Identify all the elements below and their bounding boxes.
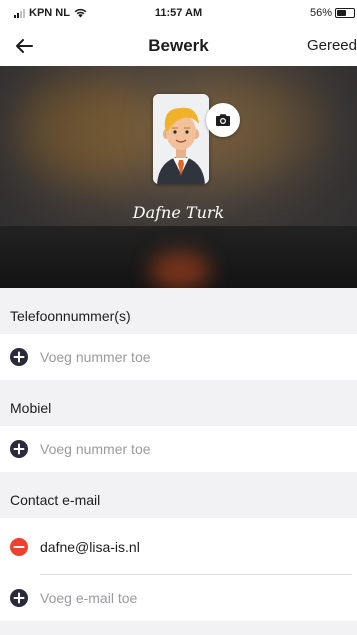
add-email-row[interactable]: Voeg e-mail toe: [0, 575, 357, 621]
add-mobile-label[interactable]: Voeg nummer toe: [40, 441, 151, 457]
status-bar: KPN NL 11:57 AM 56%: [0, 0, 357, 26]
plus-circle-icon[interactable]: [10, 440, 28, 458]
battery-group: 56%: [310, 7, 355, 19]
page-title: Bewerk: [148, 36, 209, 55]
section-header-mobile-label: Mobiel: [10, 400, 52, 416]
add-phone-row[interactable]: Voeg nummer toe: [0, 334, 357, 380]
add-mobile-row[interactable]: Voeg nummer toe: [0, 426, 357, 472]
plus-circle-icon[interactable]: [10, 589, 28, 607]
email-row[interactable]: dafne@lisa-is.nl: [0, 518, 357, 575]
camera-icon: [216, 114, 230, 126]
plus-circle-icon[interactable]: [10, 348, 28, 366]
avatar[interactable]: [153, 94, 209, 184]
profile-header: Dafne Turk: [0, 66, 357, 288]
status-time: 11:57 AM: [154, 7, 203, 19]
add-phone-label[interactable]: Voeg nummer toe: [40, 349, 151, 365]
section-header-email: Contact e-mail: [0, 472, 357, 518]
avatar-illustration: [153, 94, 209, 184]
change-photo-button[interactable]: [206, 103, 240, 137]
minus-circle-icon[interactable]: [10, 538, 28, 556]
done-button[interactable]: Gereed: [307, 37, 357, 54]
profile-name: Dafne Turk: [132, 203, 225, 222]
battery-percent: 56%: [309, 7, 332, 19]
nav-bar: Bewerk Gereed: [0, 26, 357, 66]
section-header-email-label: Contact e-mail: [10, 492, 101, 508]
section-header-phone-label: Telefoonnummer(s): [10, 308, 131, 324]
section-header-mobile: Mobiel: [0, 380, 357, 426]
section-header-phone: Telefoonnummer(s): [0, 288, 357, 334]
email-value[interactable]: dafne@lisa-is.nl: [40, 539, 140, 555]
add-email-label[interactable]: Voeg e-mail toe: [40, 590, 137, 606]
battery-icon: [335, 8, 355, 18]
